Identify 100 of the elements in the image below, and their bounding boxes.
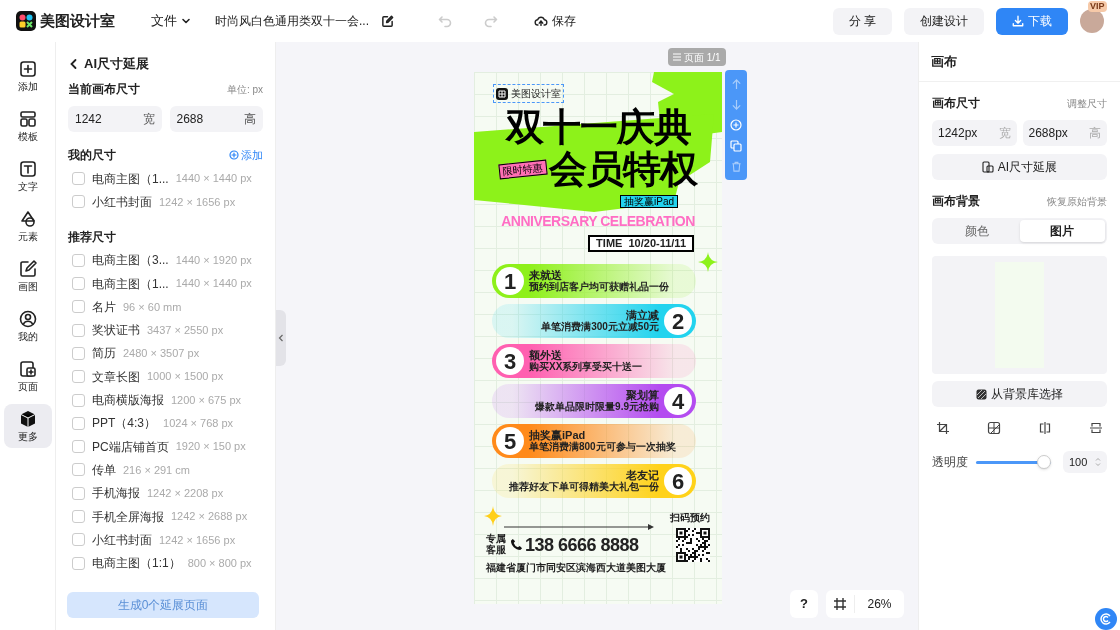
checkbox[interactable]: [72, 300, 85, 314]
offer-number: 1: [496, 267, 524, 295]
checkbox[interactable]: [72, 323, 85, 337]
background-library-button[interactable]: 从背景库选择: [932, 381, 1107, 407]
resize-link[interactable]: 调整尺寸: [1067, 95, 1107, 111]
section-label: 画布背景: [932, 193, 980, 210]
checkbox[interactable]: [72, 370, 85, 384]
size-name: 电商主图（1:1）: [92, 555, 181, 573]
checkbox[interactable]: [72, 463, 85, 477]
add-link[interactable]: 添加: [229, 146, 263, 164]
poster-address: 福建省厦门市同安区滨海西大道美图大厦: [486, 561, 666, 575]
size-dimensions: 1440 × 1440 px: [175, 171, 252, 187]
list-icon: [673, 53, 681, 61]
checkbox[interactable]: [72, 346, 85, 360]
height-field[interactable]: 2688 高: [169, 106, 263, 132]
size-name: 电商横版海报: [92, 392, 164, 409]
flip-vertical-icon[interactable]: [1089, 421, 1103, 435]
pattern-icon[interactable]: [987, 421, 1001, 435]
checkbox[interactable]: [72, 172, 85, 186]
poster-tag: 抽奖赢iPad: [620, 195, 678, 208]
checkbox[interactable]: [72, 510, 85, 523]
opacity-label: 透明度: [932, 454, 968, 471]
download-button[interactable]: 下载: [996, 7, 1068, 35]
nav-item[interactable]: 页面: [3, 354, 52, 398]
background-tab[interactable]: 图片: [1019, 220, 1105, 242]
duplicate-icon[interactable]: [730, 139, 742, 152]
size-name: 电商主图（1...: [92, 275, 169, 293]
arrow-up-icon[interactable]: [730, 78, 742, 90]
size-dimensions: 1024 × 768 px: [163, 416, 234, 432]
phone-icon: [510, 538, 523, 551]
checkbox[interactable]: [72, 486, 85, 500]
plus-circle-icon[interactable]: [730, 118, 742, 131]
ai-resize-button[interactable]: AI尺寸延展: [932, 154, 1107, 180]
save-button[interactable]: 保存: [534, 12, 576, 30]
checkbox[interactable]: [72, 393, 85, 407]
document-title: 时尚风白色通用类双十一会...: [215, 13, 369, 30]
edit-icon[interactable]: [381, 14, 394, 28]
nav-item[interactable]: 更多: [3, 404, 52, 448]
checkbox[interactable]: [72, 533, 85, 547]
size-name: 名片: [92, 298, 116, 316]
avatar[interactable]: [1080, 9, 1104, 33]
restore-background-link[interactable]: 恢复原始背景: [1047, 193, 1107, 209]
offer-number: 5: [496, 427, 524, 455]
checkbox[interactable]: [72, 195, 85, 209]
checkbox[interactable]: [72, 277, 85, 291]
share-button[interactable]: 分 享: [832, 7, 892, 35]
width-field[interactable]: 1242 宽: [68, 106, 162, 132]
section-label: 我的尺寸: [68, 147, 116, 164]
height-field[interactable]: 2688px 高: [1022, 120, 1107, 146]
trash-icon[interactable]: [730, 160, 742, 172]
nav-item[interactable]: 文字: [3, 154, 52, 198]
background-tab[interactable]: 颜色: [934, 220, 1020, 242]
qr-code-icon: [676, 528, 710, 562]
size-name: 手机全屏海报: [92, 508, 164, 526]
size-name: 电商主图（3...: [92, 252, 169, 270]
size-name: 奖状证书: [92, 322, 140, 340]
slider-thumb[interactable]: [1037, 455, 1051, 469]
nav-item[interactable]: 添加: [3, 54, 52, 98]
poster-logo: 美图设计室: [493, 84, 564, 103]
size-dimensions: 1440 × 1920 px: [175, 253, 252, 268]
offer-title: 抽奖赢iPad: [529, 429, 586, 441]
size-dimensions: 3437 × 2550 px: [147, 322, 224, 338]
size-name: 手机海报: [92, 485, 140, 503]
nav-item[interactable]: 我的: [3, 304, 52, 348]
create-design-button[interactable]: 创建设计: [904, 7, 984, 35]
file-menu[interactable]: 文件: [151, 11, 191, 31]
sparkle-icon: [698, 252, 718, 272]
offer-description: 购买XX系列享受买十送一: [529, 361, 643, 373]
checkbox[interactable]: [72, 556, 85, 570]
poster-subtitle: ANNIVERSARY CELEBRATION: [501, 213, 695, 230]
nav-item[interactable]: 画图: [3, 254, 52, 298]
size-name: 电商主图（1...: [92, 170, 169, 188]
checkbox[interactable]: [72, 416, 85, 430]
size-dimensions: 1440 × 1440 px: [175, 276, 252, 292]
size-dimensions: 1920 × 150 px: [175, 439, 246, 455]
offer-number: 3: [496, 347, 524, 375]
offer-title: 额外送: [529, 349, 562, 361]
poster-date: TIME 10/20-11/11: [588, 235, 694, 252]
size-name: PPT（4:3）: [92, 415, 157, 433]
help-button[interactable]: ?: [790, 590, 818, 618]
draw-icon: [17, 259, 38, 279]
checkbox[interactable]: [72, 440, 85, 454]
plus-circle-icon: [229, 150, 239, 160]
offer-title: 满立减: [626, 309, 659, 321]
opacity-slider[interactable]: [976, 455, 1051, 469]
page-add-icon: [17, 359, 38, 379]
assistant-icon[interactable]: [1095, 608, 1117, 630]
nav-item[interactable]: 元素: [3, 204, 52, 248]
collapse-handle[interactable]: [276, 310, 286, 366]
flip-horizontal-icon[interactable]: [1038, 421, 1052, 435]
arrow-down-icon[interactable]: [730, 98, 742, 110]
crop-icon[interactable]: [936, 421, 950, 435]
nav-item[interactable]: 模板: [3, 104, 52, 148]
opacity-input[interactable]: 100: [1063, 451, 1107, 473]
size-dimensions: 1000 × 1500 px: [147, 369, 224, 385]
add-icon: [17, 59, 38, 79]
checkbox[interactable]: [72, 253, 85, 267]
section-label: 推荐尺寸: [68, 228, 117, 246]
offer-title: 聚划算: [626, 389, 659, 401]
width-field[interactable]: 1242px 宽: [932, 120, 1017, 146]
